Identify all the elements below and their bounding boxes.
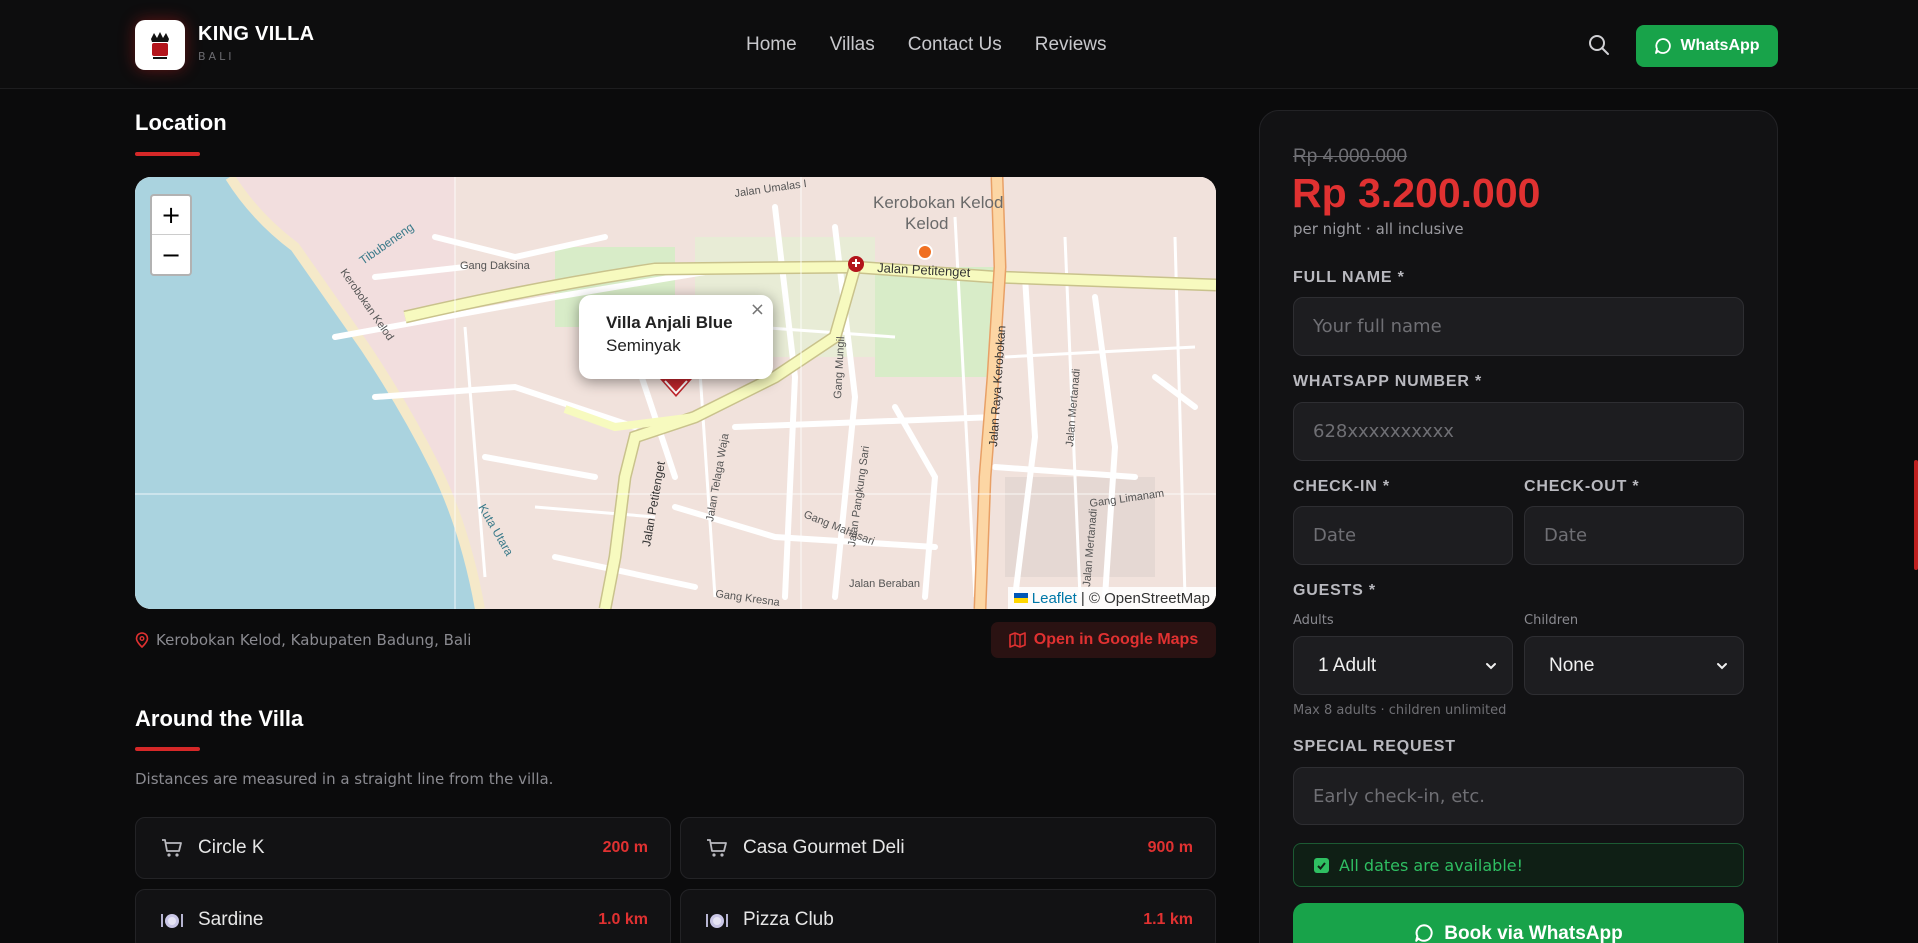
book-button-label: Book via WhatsApp [1444, 923, 1623, 943]
location-title: Location [135, 110, 227, 135]
guests-label: GUESTS * [1293, 582, 1376, 599]
check-out-placeholder: Date [1544, 525, 1588, 546]
whatsapp-number-input[interactable]: 628xxxxxxxxxx [1293, 402, 1744, 461]
villa-address: Kerobokan Kelod, Kabupaten Badung, Bali [135, 631, 471, 649]
whatsapp-icon [1655, 38, 1672, 54]
cart-icon [707, 839, 727, 857]
address-text: Kerobokan Kelod, Kabupaten Badung, Bali [156, 631, 472, 649]
header-whatsapp-button[interactable]: WhatsApp [1636, 25, 1778, 67]
availability-text: All dates are available! [1339, 855, 1524, 875]
poi-card[interactable]: Sardine 1.0 km [135, 889, 671, 943]
scrollbar-thumb[interactable] [1914, 460, 1918, 570]
around-title: Around the Villa [135, 706, 304, 731]
location-map[interactable]: Kerobokan Kelod Kelod Jalan Petitenget J… [135, 177, 1216, 609]
poi-card[interactable]: Circle K 200 m [135, 817, 671, 879]
main-nav: Home Villas Contact Us Reviews [746, 34, 1140, 56]
header-whatsapp-label: WhatsApp [1680, 37, 1760, 54]
dining-icon [161, 914, 183, 928]
children-select[interactable]: None [1524, 636, 1744, 695]
map-zoom-control: + − [150, 194, 192, 276]
leaflet-link[interactable]: Leaflet [1032, 590, 1077, 607]
brand-subtitle: BALI [198, 50, 235, 63]
around-note: Distances are measured in a straight lin… [135, 770, 554, 788]
nav-contact-us[interactable]: Contact Us [908, 34, 1002, 56]
special-request-label: SPECIAL REQUEST [1293, 738, 1456, 755]
checkbox-check-icon [1314, 857, 1329, 873]
brand-name[interactable]: KING VILLA [198, 23, 314, 46]
original-price: Rp 4.000.000 [1293, 146, 1408, 167]
check-out-label: CHECK-OUT * [1524, 478, 1640, 495]
poi-distance: 900 m [1147, 839, 1193, 856]
map-label-area2: Kelod [905, 214, 948, 233]
poi-name: Sardine [198, 909, 264, 930]
check-in-placeholder: Date [1313, 525, 1357, 546]
zoom-out-button[interactable]: − [152, 235, 190, 274]
check-in-label: CHECK-IN * [1293, 478, 1390, 495]
around-title-underline [135, 747, 200, 751]
whatsapp-number-placeholder: 628xxxxxxxxxx [1313, 421, 1454, 442]
poi-distance: 1.1 km [1143, 911, 1193, 928]
full-name-input[interactable]: Your full name [1293, 297, 1744, 356]
popup-subtitle: Seminyak [606, 336, 681, 355]
chevron-down-icon [1717, 663, 1727, 670]
top-navbar: KING VILLA BALI Home Villas Contact Us R… [0, 0, 1918, 89]
king-villa-logo[interactable] [135, 20, 185, 70]
popup-close-icon[interactable]: × [750, 299, 765, 320]
special-request-placeholder: Early check-in, etc. [1313, 785, 1485, 807]
children-value: None [1549, 654, 1595, 676]
availability-status: All dates are available! [1293, 843, 1744, 887]
ukraine-flag-icon [1013, 593, 1028, 603]
search-icon[interactable] [1587, 33, 1611, 57]
special-request-input[interactable]: Early check-in, etc. [1293, 767, 1744, 825]
dining-icon [706, 914, 728, 928]
map-label-beraban: Jalan Beraban [849, 578, 920, 590]
map-attribution: Leaflet | © OpenStreetMap [1007, 587, 1216, 609]
price-note: per night · all inclusive [1293, 220, 1464, 238]
whatsapp-icon [1415, 924, 1433, 942]
full-name-label: FULL NAME * [1293, 269, 1405, 286]
full-name-placeholder: Your full name [1313, 316, 1442, 337]
check-out-input[interactable]: Date [1524, 506, 1744, 565]
poi-name: Casa Gourmet Deli [743, 837, 905, 858]
map-label-gang-daksina: Gang Daksina [460, 260, 531, 272]
adults-label: Adults [1293, 613, 1334, 628]
popup-title: Villa Anjali Blue [606, 313, 733, 332]
adults-value: 1 Adult [1318, 654, 1377, 676]
map-label-area: Kerobokan Kelod [873, 193, 1003, 212]
chevron-down-icon [1486, 663, 1496, 670]
book-via-whatsapp-button[interactable]: Book via WhatsApp [1293, 903, 1744, 943]
adults-select[interactable]: 1 Adult [1293, 636, 1513, 695]
map-popup: Villa Anjali Blue Seminyak × [579, 295, 773, 379]
current-price: Rp 3.200.000 [1292, 170, 1541, 216]
nav-reviews[interactable]: Reviews [1035, 34, 1107, 56]
poi-card[interactable]: Casa Gourmet Deli 900 m [680, 817, 1216, 879]
location-title-underline [135, 152, 200, 156]
poi-card[interactable]: Pizza Club 1.1 km [680, 889, 1216, 943]
children-label: Children [1524, 613, 1579, 628]
open-google-maps-button[interactable]: Open in Google Maps [991, 622, 1216, 658]
nav-home[interactable]: Home [746, 34, 797, 56]
check-in-input[interactable]: Date [1293, 506, 1513, 565]
map-icon [1008, 632, 1026, 648]
open-google-maps-label: Open in Google Maps [1033, 631, 1199, 648]
whatsapp-number-label: WHATSAPP NUMBER * [1293, 373, 1483, 390]
poi-name: Pizza Club [743, 909, 834, 930]
nav-villas[interactable]: Villas [830, 34, 875, 56]
cart-icon [162, 839, 182, 857]
zoom-in-button[interactable]: + [152, 196, 190, 235]
osm-attribution[interactable]: | © OpenStreetMap [1081, 590, 1210, 607]
map-tiles[interactable]: Kerobokan Kelod Kelod Jalan Petitenget J… [135, 177, 1216, 609]
guest-limit-hint: Max 8 adults · children unlimited [1293, 703, 1507, 718]
poi-distance: 200 m [602, 839, 648, 856]
map-pin-icon [135, 632, 149, 648]
poi-distance: 1.0 km [598, 911, 648, 928]
poi-name: Circle K [198, 837, 265, 858]
